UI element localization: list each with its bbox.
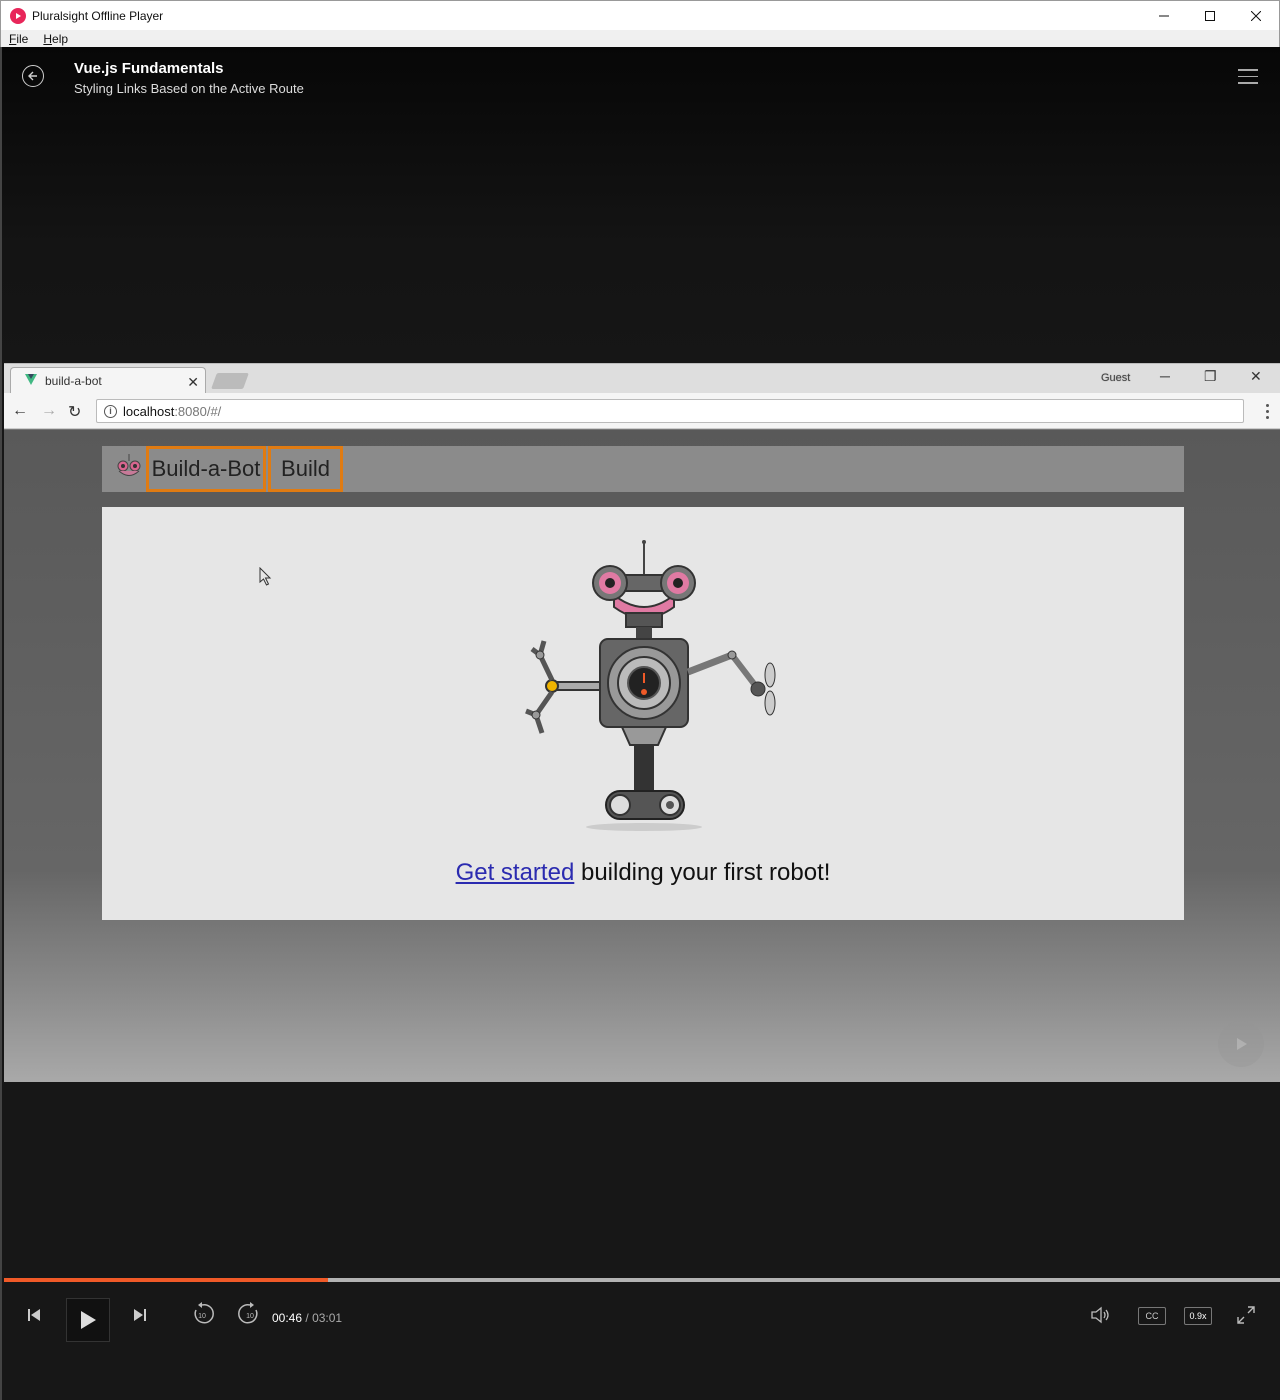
browser-tabbar: build-a-bot ✕ Guest ─ ❐ ✕ — [4, 363, 1280, 394]
minimize-button[interactable] — [1141, 1, 1187, 31]
video-frame[interactable]: build-a-bot ✕ Guest ─ ❐ ✕ ← → ↻ i localh… — [4, 363, 1280, 1082]
site-info-icon[interactable]: i — [104, 404, 117, 418]
total-time: 03:01 — [312, 1311, 343, 1325]
player-controls: 10 10 00:46 / 03:01 CC 0.9x — [2, 1285, 1280, 1353]
video-player: Vue.js Fundamentals Styling Links Based … — [0, 47, 1280, 1400]
robot-illustration — [525, 540, 776, 831]
browser-tab[interactable]: build-a-bot ✕ — [10, 367, 206, 394]
skip-forward-icon[interactable]: 10 — [238, 1302, 262, 1326]
cta-rest-text: building your first robot! — [574, 859, 831, 886]
nav-link-build[interactable]: Build — [268, 446, 343, 492]
current-time: 00:46 — [272, 1311, 303, 1325]
back-arrow-icon[interactable] — [22, 65, 44, 87]
browser-restore-icon[interactable]: ❐ — [1204, 368, 1217, 385]
previous-clip-icon[interactable] — [26, 1307, 42, 1323]
svg-text:10: 10 — [198, 1313, 206, 1320]
close-button[interactable] — [1233, 1, 1279, 31]
play-button[interactable] — [66, 1298, 110, 1342]
seek-bar-progress — [4, 1278, 329, 1282]
svg-text:10: 10 — [246, 1313, 254, 1320]
tab-close-icon[interactable]: ✕ — [187, 374, 199, 391]
browser-toolbar: ← → ↻ i localhost:8080/#/ — [4, 393, 1280, 429]
robot-logo-icon — [114, 454, 144, 487]
cta-text: Get started building your first robot! — [102, 859, 1184, 887]
menu-file[interactable]: File — [1, 32, 35, 46]
mouse-cursor-icon — [259, 567, 272, 586]
new-tab-button[interactable] — [211, 373, 249, 389]
browser-tab-title: build-a-bot — [45, 374, 102, 388]
menubar: File Help — [0, 30, 1280, 47]
volume-icon[interactable] — [1090, 1305, 1112, 1325]
nav-link-home[interactable]: Build-a-Bot — [146, 446, 266, 492]
guest-profile-label[interactable]: Guest — [1101, 372, 1130, 384]
reload-icon[interactable]: ↻ — [68, 402, 81, 422]
next-clip-icon[interactable] — [132, 1307, 148, 1323]
pluralsight-watermark-icon — [1218, 1021, 1264, 1067]
browser-close-icon[interactable]: ✕ — [1250, 368, 1262, 385]
web-page: Build-a-Bot Build Get started building y… — [4, 430, 1280, 1082]
get-started-link[interactable]: Get started — [456, 859, 575, 886]
pluralsight-app-icon — [10, 7, 26, 24]
vue-favicon-icon — [25, 374, 37, 388]
site-header: Build-a-Bot Build — [102, 446, 1184, 492]
browser-menu-icon[interactable] — [1266, 404, 1270, 422]
address-bar[interactable]: i localhost:8080/#/ — [96, 399, 1244, 423]
skip-back-icon[interactable]: 10 — [190, 1302, 214, 1326]
captions-button[interactable]: CC — [1138, 1307, 1166, 1325]
clip-title: Styling Links Based on the Active Route — [74, 81, 304, 96]
menu-help[interactable]: Help — [35, 32, 75, 46]
browser-forward-icon[interactable]: → — [41, 402, 57, 420]
maximize-button[interactable] — [1187, 1, 1233, 31]
seek-bar[interactable] — [4, 1278, 1280, 1282]
fullscreen-icon[interactable] — [1236, 1305, 1256, 1325]
playback-speed-button[interactable]: 0.9x — [1184, 1307, 1212, 1325]
browser-minimize-icon[interactable]: ─ — [1160, 368, 1170, 384]
window-titlebar: Pluralsight Offline Player — [0, 0, 1280, 30]
table-of-contents-icon[interactable] — [1238, 69, 1258, 85]
window-title: Pluralsight Offline Player — [32, 8, 164, 23]
url-path: :8080/#/ — [174, 403, 222, 419]
url-host: localhost — [123, 403, 175, 419]
time-display: 00:46 / 03:01 — [272, 1311, 342, 1325]
course-title: Vue.js Fundamentals — [74, 60, 224, 77]
browser-back-icon[interactable]: ← — [12, 402, 28, 420]
time-separator: / — [305, 1311, 309, 1325]
